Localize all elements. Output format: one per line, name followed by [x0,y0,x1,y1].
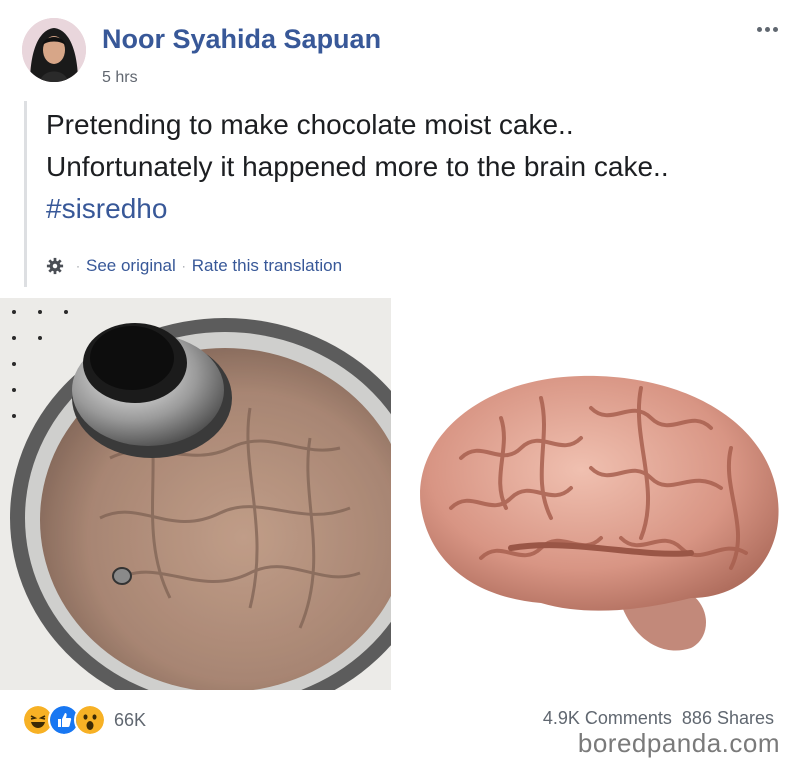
translation-quote-bar [24,101,27,287]
avatar-picture [22,18,86,82]
shares-count-link[interactable]: 886 Shares [682,708,774,729]
facebook-post: Noor Syahida Sapuan 5 hrs Pretending to … [0,0,800,769]
post-timestamp[interactable]: 5 hrs [102,69,138,87]
engagement-stats: 4.9K Comments 886 Shares [543,708,774,729]
post-text: Pretending to make chocolate moist cake.… [46,104,669,230]
see-original-link[interactable]: See original [86,256,176,276]
rate-translation-link[interactable]: Rate this translation [192,256,342,276]
gear-icon[interactable] [46,257,64,275]
post-text-line-1: Pretending to make chocolate moist cake.… [46,109,574,140]
separator-dot: · [76,259,80,273]
brain-model-photo[interactable] [391,298,800,690]
post-text-line-2: Unfortunately it happened more to the br… [46,151,669,182]
hashtag-link[interactable]: #sisredho [46,188,669,230]
more-options-icon[interactable] [752,22,782,36]
wow-face-icon [74,704,106,736]
watermark: boredpanda.com [577,728,780,758]
comments-count-link[interactable]: 4.9K Comments [543,708,672,729]
separator-dot: · [181,259,186,273]
cake-in-pan-photo[interactable] [0,298,391,690]
reactions-summary[interactable]: 66K [22,704,146,736]
translation-row: · See original · Rate this translation [46,256,342,276]
reaction-count: 66K [114,709,147,730]
author-name[interactable]: Noor Syahida Sapuan [102,24,381,55]
avatar[interactable] [22,18,86,82]
